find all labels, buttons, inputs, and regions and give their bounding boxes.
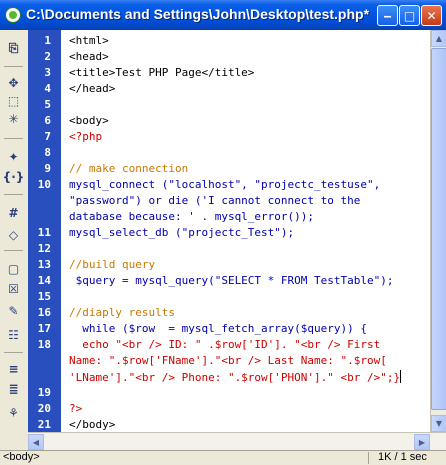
toolbar-separator <box>4 250 23 251</box>
outdent-icon[interactable]: ≣ <box>5 380 22 397</box>
close-button[interactable]: ✕ <box>421 5 442 26</box>
dreamweaver-app-icon[interactable] <box>5 7 21 23</box>
code-line[interactable]: ?> <box>69 402 82 415</box>
line-number: 21 <box>37 418 51 431</box>
line-number: 3 <box>44 66 51 79</box>
scroll-right-button[interactable]: ▶ <box>414 434 430 450</box>
comment-icon[interactable]: ▢ <box>5 260 22 277</box>
title-bar[interactable]: C:\Documents and Settings\John\Desktop\t… <box>0 0 446 30</box>
line-number: 13 <box>37 258 51 271</box>
code-editor[interactable]: <html> <head> <title>Test PHP Page</title>… <box>61 30 430 432</box>
line-number-gutter: 1 2 3 4 5 6 7 8 9 10 11 12 13 14 15 16 17 18 19 20 21 <box>28 30 61 432</box>
tag-icon[interactable]: ◇ <box>5 226 22 243</box>
line-number: 9 <box>44 162 51 175</box>
new-document-icon[interactable]: ⎘ <box>5 40 22 57</box>
status-bar: <body> 1K / 1 sec <box>0 450 446 465</box>
horizontal-scrollbar[interactable]: ◀ ▶ <box>28 432 446 451</box>
format-icon[interactable]: ⚘ <box>5 404 22 421</box>
code-line[interactable]: </body> <box>69 418 115 431</box>
scroll-thumb[interactable] <box>431 48 446 410</box>
line-number: 19 <box>37 386 51 399</box>
scroll-down-button[interactable]: ▼ <box>431 415 446 432</box>
maximize-button[interactable]: □ <box>399 5 420 26</box>
line-number: 10 <box>37 178 51 191</box>
code-line[interactable]: //diaply results <box>69 306 175 319</box>
code-line[interactable]: echo "<br /> ID: " .$row['ID']. "<br /> … <box>69 338 380 351</box>
select-block-icon[interactable]: ⬚ <box>5 92 22 109</box>
toolbar-separator <box>4 138 23 139</box>
code-line[interactable]: $query = mysql_query("SELECT * FROM Test… <box>69 274 394 287</box>
code-line[interactable]: Name: ".$row['FName']."<br /> Last Name:… <box>69 354 387 367</box>
expand-icon[interactable]: ✥ <box>5 74 22 91</box>
toolbar-separator <box>4 352 23 353</box>
snippets-icon[interactable]: ☷ <box>5 326 22 343</box>
window-title: C:\Documents and Settings\John\Desktop\t… <box>26 6 370 22</box>
line-number: 16 <box>37 306 51 319</box>
vertical-scrollbar[interactable]: ▲ ▼ <box>430 30 446 432</box>
line-number: 17 <box>37 322 51 335</box>
code-hint-icon[interactable]: ✦ <box>5 148 22 165</box>
code-line[interactable]: </head> <box>69 82 115 95</box>
line-number: 11 <box>37 226 51 239</box>
code-line[interactable]: <?php <box>69 130 102 143</box>
code-line[interactable]: "password") or die ('I cannot connect to… <box>69 194 360 207</box>
code-line[interactable]: mysql_select_db ("projectc_Test"); <box>69 226 294 239</box>
tag-selector[interactable]: <body> <box>3 451 40 463</box>
scroll-left-button[interactable]: ◀ <box>28 434 44 450</box>
toolbar-separator <box>4 66 23 67</box>
line-number: 1 <box>44 34 51 47</box>
indent-icon[interactable]: ≡ <box>5 360 22 377</box>
code-line[interactable]: <title>Test PHP Page</title> <box>69 66 254 79</box>
status-divider <box>368 452 369 464</box>
code-line[interactable]: while ($row = mysql_fetch_array($query))… <box>69 322 367 335</box>
line-number: 5 <box>44 98 51 111</box>
line-number: 18 <box>37 338 51 351</box>
hash-icon[interactable]: # <box>5 204 22 221</box>
line-number: 8 <box>44 146 51 159</box>
line-number: 12 <box>37 242 51 255</box>
collapse-icon[interactable]: ✳ <box>5 110 22 127</box>
code-line[interactable]: database because: ' . mysql_error()); <box>69 210 314 223</box>
line-number: 4 <box>44 82 51 95</box>
minimize-button[interactable]: ‒ <box>377 5 398 26</box>
document-size-download-time: 1K / 1 sec <box>378 451 427 463</box>
code-line[interactable]: // make connection <box>69 162 188 175</box>
remove-comment-icon[interactable]: ☒ <box>5 280 22 297</box>
text-caret <box>400 370 402 383</box>
code-line[interactable]: <head> <box>69 50 109 63</box>
line-number: 2 <box>44 50 51 63</box>
code-line[interactable]: mysql_connect ("localhost", "projectc_te… <box>69 178 380 191</box>
line-number: 15 <box>37 290 51 303</box>
wrap-tag-icon[interactable]: ✎ <box>5 302 22 319</box>
toolbar-separator <box>4 194 23 195</box>
code-line[interactable]: 'LName']."<br /> Phone: ".$row['PHON']."… <box>69 370 402 384</box>
scroll-up-button[interactable]: ▲ <box>431 30 446 47</box>
line-number: 20 <box>37 402 51 415</box>
code-line[interactable]: //build query <box>69 258 155 271</box>
line-number: 14 <box>37 274 51 287</box>
line-number: 7 <box>44 130 51 143</box>
coding-toolbar: ⎘ ✥ ⬚ ✳ ✦ {·} # ◇ ▢ ☒ ✎ ☷ ≡ ≣ ⚘ <box>0 30 29 450</box>
code-line[interactable]: <body> <box>69 114 109 127</box>
code-line[interactable]: <html> <box>69 34 109 47</box>
braces-icon[interactable]: {·} <box>3 168 25 185</box>
line-number: 6 <box>44 114 51 127</box>
